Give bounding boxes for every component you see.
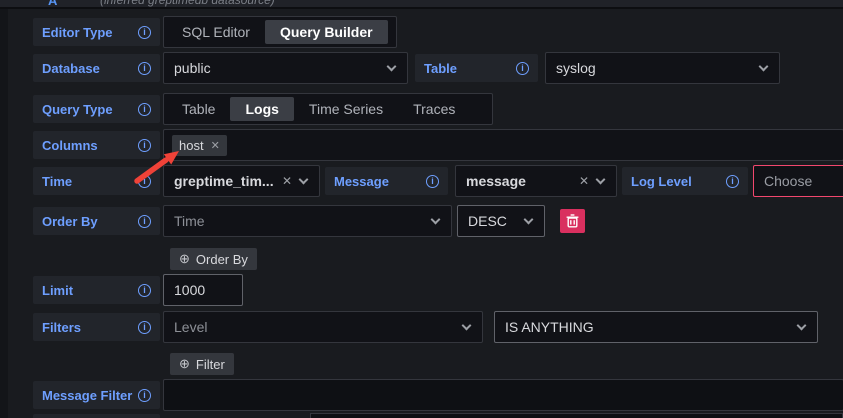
info-icon[interactable]: i (516, 62, 529, 75)
next-row-field-partial (310, 413, 843, 418)
info-icon[interactable]: i (138, 175, 151, 188)
datasource-note: (inferred greptimedb datasource) (100, 0, 275, 7)
columns-multiselect[interactable]: host ✕ (163, 129, 843, 161)
time-column-select[interactable]: greptime_tim... ✕ (163, 165, 320, 197)
order-by-label: Order By i (33, 207, 160, 235)
info-icon[interactable]: i (138, 103, 151, 116)
query-header: A (inferred greptimedb datasource) (0, 0, 843, 9)
info-icon[interactable]: i (138, 284, 151, 297)
editor-type-option-sql-editor[interactable]: SQL Editor (167, 20, 265, 44)
clear-selection-icon[interactable]: ✕ (579, 174, 589, 188)
order-by-direction-select[interactable]: DESC (457, 205, 545, 237)
database-select[interactable]: public (163, 52, 408, 84)
info-icon[interactable]: i (138, 26, 151, 39)
chevron-down-icon (524, 214, 534, 224)
query-type-option-table[interactable]: Table (167, 97, 230, 121)
query-type-option-traces[interactable]: Traces (398, 97, 470, 121)
query-type-toggle: Table Logs Time Series Traces (163, 93, 493, 125)
query-type-option-time-series[interactable]: Time Series (294, 97, 398, 121)
database-label: Database i (33, 54, 160, 82)
column-tag-host: host ✕ (172, 135, 227, 156)
limit-field (163, 274, 243, 306)
message-filter-field (163, 379, 843, 411)
info-icon[interactable]: i (138, 62, 151, 75)
filter-operator-select[interactable]: IS ANYTHING (494, 311, 818, 343)
panel-left-edge (0, 9, 8, 418)
query-type-label: Query Type i (33, 95, 160, 123)
info-icon[interactable]: i (138, 215, 151, 228)
order-by-field-select[interactable]: Time (163, 205, 452, 237)
log-level-select[interactable] (753, 165, 843, 197)
editor-type-option-query-builder[interactable]: Query Builder (265, 20, 388, 44)
add-order-by-button[interactable]: ⊕ Order By (170, 248, 257, 270)
chevron-down-icon (759, 61, 769, 71)
log-level-input[interactable] (754, 173, 843, 189)
info-icon[interactable]: i (138, 389, 151, 402)
message-label: Message i (325, 167, 448, 195)
chevron-down-icon (299, 174, 309, 184)
plus-circle-icon: ⊕ (179, 356, 190, 372)
table-select[interactable]: syslog (545, 52, 780, 84)
info-icon[interactable]: i (138, 321, 151, 334)
editor-type-label: Editor Type i (33, 18, 160, 46)
add-filter-button[interactable]: ⊕ Filter (170, 353, 234, 375)
remove-order-by-button[interactable] (560, 209, 585, 233)
message-filter-input[interactable] (164, 387, 843, 403)
filters-label: Filters i (33, 313, 160, 341)
chevron-down-icon (596, 174, 606, 184)
info-icon[interactable]: i (138, 139, 151, 152)
log-level-label: Log Level i (622, 167, 748, 195)
chevron-down-icon (387, 61, 397, 71)
filter-column-select[interactable]: Level (163, 311, 483, 343)
chevron-down-icon (462, 320, 472, 330)
editor-type-toggle: SQL Editor Query Builder (163, 16, 397, 48)
plus-circle-icon: ⊕ (179, 251, 190, 267)
chevron-down-icon (797, 320, 807, 330)
query-type-option-logs[interactable]: Logs (230, 97, 293, 121)
chevron-down-icon (431, 214, 441, 224)
info-icon[interactable]: i (426, 175, 439, 188)
query-editor-panel: A (inferred greptimedb datasource) Edito… (0, 0, 843, 418)
message-filter-label: Message Filter i (33, 381, 160, 409)
remove-tag-icon[interactable]: ✕ (211, 139, 220, 152)
columns-label: Columns i (33, 131, 160, 159)
next-row-label-partial (33, 414, 160, 418)
time-label: Time i (33, 167, 160, 195)
limit-input[interactable] (164, 282, 242, 298)
info-icon[interactable]: i (726, 175, 739, 188)
message-column-select[interactable]: message ✕ (455, 165, 617, 197)
clear-selection-icon[interactable]: ✕ (282, 174, 292, 188)
limit-label: Limit i (33, 276, 160, 304)
trash-icon (566, 214, 579, 228)
table-label: Table i (415, 54, 538, 82)
query-ref-id: A (48, 0, 57, 8)
